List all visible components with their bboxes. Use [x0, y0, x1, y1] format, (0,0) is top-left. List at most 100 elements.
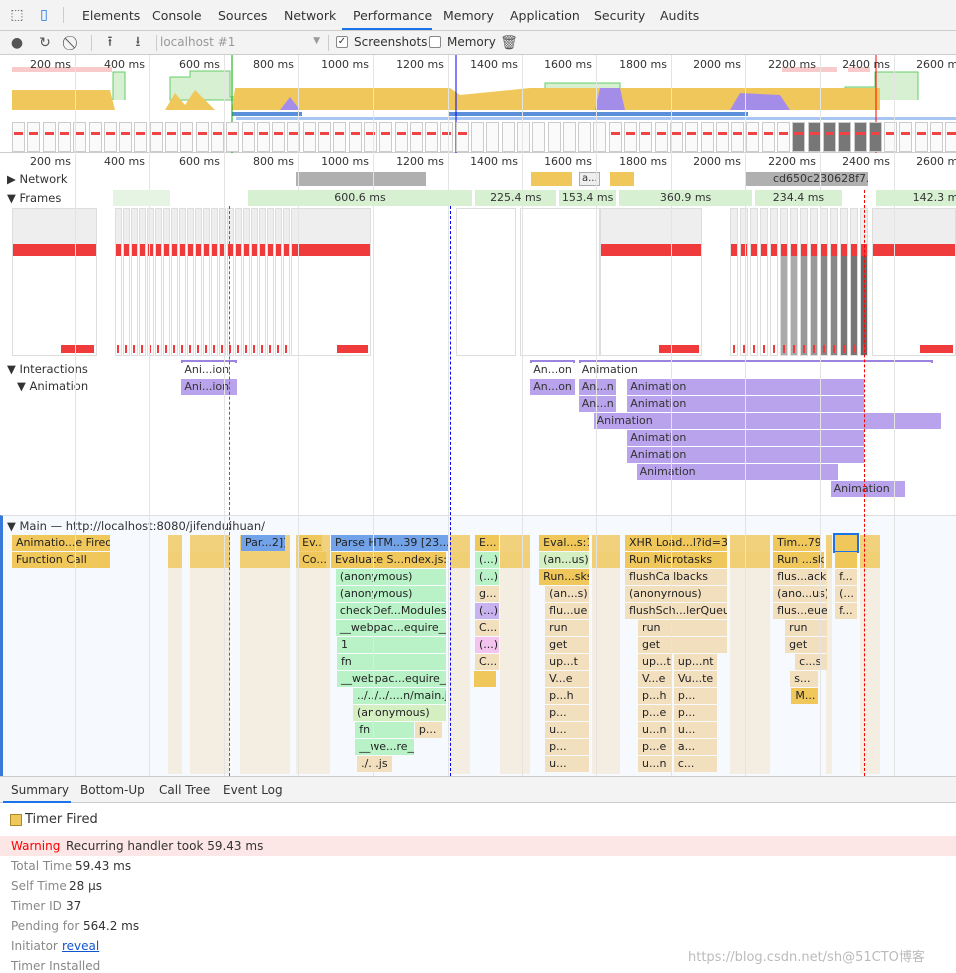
screenshot-thumbnail[interactable] — [486, 122, 500, 152]
screenshot-thumbnail[interactable] — [379, 122, 393, 152]
screenshot-thumbnail[interactable] — [838, 122, 852, 152]
flame-chart-event[interactable]: flus...acks — [773, 569, 827, 585]
tab-application[interactable]: Application — [510, 8, 580, 23]
flame-chart-event[interactable]: (ano...us) — [773, 586, 827, 602]
screenshot-thumbnail[interactable] — [119, 122, 133, 152]
flame-chart-event[interactable]: a... — [673, 739, 717, 755]
screenshot-thumbnail[interactable] — [761, 122, 775, 152]
flame-chart-event[interactable]: (anonymous) — [335, 586, 446, 602]
screenshot-thumbnail[interactable] — [746, 122, 760, 152]
frame-bar[interactable]: 153.4 ms — [558, 190, 617, 206]
frame-screenshot[interactable] — [283, 208, 290, 356]
flame-chart-event[interactable]: V...e — [638, 671, 671, 687]
frame-screenshot[interactable] — [243, 208, 250, 356]
flame-chart-event[interactable]: p... — [673, 705, 717, 721]
screenshot-thumbnail[interactable] — [807, 122, 821, 152]
screenshot-thumbnail[interactable] — [409, 122, 423, 152]
frame-screenshot[interactable] — [163, 208, 170, 356]
clear-icon[interactable]: ⃠ — [64, 34, 82, 52]
flame-chart-event[interactable]: f... — [835, 569, 857, 585]
initiator-reveal-link[interactable]: reveal — [62, 939, 99, 953]
flame-chart-event[interactable]: Run Microtasks — [625, 552, 727, 568]
screenshot-thumbnail[interactable] — [180, 122, 194, 152]
flame-chart-event[interactable]: flu...ue — [545, 603, 589, 619]
frame-bar[interactable] — [113, 190, 170, 206]
flame-chart-event[interactable]: p... — [545, 739, 589, 755]
frame-screenshot[interactable] — [115, 208, 122, 356]
frame-screenshot[interactable] — [760, 208, 768, 356]
screenshot-thumbnail[interactable] — [685, 122, 699, 152]
flame-chart-event[interactable]: (... — [835, 586, 857, 602]
tab-network[interactable]: Network — [284, 8, 336, 23]
screenshot-thumbnail[interactable] — [639, 122, 653, 152]
flame-chart-event[interactable]: Run...sks — [539, 569, 589, 585]
screenshot-thumbnail[interactable] — [899, 122, 913, 152]
frame-screenshot[interactable] — [600, 208, 702, 356]
screenshot-thumbnail[interactable] — [149, 122, 163, 152]
frame-screenshot[interactable] — [203, 208, 210, 356]
screenshot-thumbnail[interactable] — [165, 122, 178, 152]
flame-chart-event[interactable]: u...n — [638, 756, 671, 772]
screenshot-thumbnail[interactable] — [471, 122, 484, 152]
network-request[interactable]: cd650c230628f7... — [745, 172, 868, 186]
frame-screenshot[interactable] — [195, 208, 202, 356]
flame-chart-event[interactable]: p... — [414, 722, 442, 738]
flame-chart-event[interactable]: p...e — [638, 705, 671, 721]
screenshot-thumbnail[interactable] — [547, 122, 561, 152]
flame-chart-event[interactable]: (...) — [475, 552, 499, 568]
screenshot-thumbnail[interactable] — [363, 122, 377, 152]
screenshot-thumbnail[interactable] — [792, 122, 806, 152]
animation-event[interactable]: An...n — [578, 379, 617, 395]
animation-track-toggle[interactable]: ▼ Animation — [17, 379, 88, 393]
screenshot-thumbnail[interactable] — [822, 122, 836, 152]
frame-screenshot[interactable] — [830, 208, 838, 356]
screenshot-thumbnail[interactable] — [318, 122, 331, 152]
flame-chart-event[interactable]: C... — [475, 620, 499, 636]
screenshot-thumbnail[interactable] — [302, 122, 316, 152]
flame-chart-event[interactable]: (...) — [475, 637, 499, 653]
frame-screenshot[interactable] — [780, 208, 788, 356]
screenshot-thumbnail[interactable] — [516, 122, 530, 152]
network-request[interactable] — [531, 172, 572, 186]
flame-chart-event[interactable]: c...s — [795, 654, 827, 670]
frame-bar[interactable]: 225.4 ms — [474, 190, 557, 206]
screenshot-thumbnail[interactable] — [930, 122, 943, 152]
flame-chart-event[interactable]: get — [545, 637, 589, 653]
tab-security[interactable]: Security — [594, 8, 645, 23]
flame-chart-event[interactable]: (an...s) — [545, 586, 589, 602]
flame-chart-event[interactable]: run — [638, 620, 727, 636]
frame-screenshot[interactable] — [800, 208, 808, 356]
flame-chart-event[interactable]: (anonymous) — [625, 586, 727, 602]
flame-chart-event[interactable]: __webpac...equire__ — [336, 671, 446, 687]
frame-screenshot[interactable] — [12, 208, 97, 356]
flame-chart-event[interactable]: p... — [673, 688, 717, 704]
flame-chart-event[interactable]: XHR Load...l?id=39) — [625, 535, 727, 551]
screenshots-checkbox[interactable]: ✓ — [336, 36, 348, 48]
flame-chart-event[interactable]: Vu...te — [673, 671, 717, 687]
screenshot-thumbnail[interactable] — [884, 122, 898, 152]
screenshot-thumbnail[interactable] — [195, 122, 209, 152]
flame-chart-event[interactable]: up...t — [638, 654, 671, 670]
animation-event[interactable]: An...n — [578, 396, 617, 412]
frame-screenshot[interactable] — [251, 208, 258, 356]
flame-chart-event[interactable] — [473, 671, 496, 687]
frame-screenshot[interactable] — [872, 208, 956, 356]
flame-chart-event[interactable]: C... — [475, 654, 499, 670]
flame-chart-event[interactable]: fn — [336, 654, 446, 670]
main-track-toggle[interactable]: ▼ Main — http://localhost:8080/jifenduih… — [7, 519, 265, 533]
selected-flame-event[interactable] — [833, 533, 859, 553]
record-icon[interactable]: ● — [8, 34, 26, 52]
flame-chart-event[interactable]: Animatio...e Fired — [11, 535, 110, 551]
screenshot-thumbnail[interactable] — [333, 122, 347, 152]
flame-chart-event[interactable]: Function Call — [11, 552, 110, 568]
flame-chart-event[interactable]: (an...us) — [539, 552, 589, 568]
reload-record-icon[interactable]: ↻ — [36, 34, 54, 52]
flame-chart-event[interactable]: Co...) — [298, 552, 327, 568]
frame-screenshot[interactable] — [155, 208, 162, 356]
screenshot-thumbnail[interactable] — [348, 122, 362, 152]
screenshot-thumbnail[interactable] — [272, 122, 286, 152]
flame-chart-event[interactable]: up...nt — [673, 654, 717, 670]
flame-chart-event[interactable]: u... — [673, 722, 717, 738]
frame-screenshot[interactable] — [820, 208, 828, 356]
screenshot-thumbnail[interactable] — [103, 122, 117, 152]
